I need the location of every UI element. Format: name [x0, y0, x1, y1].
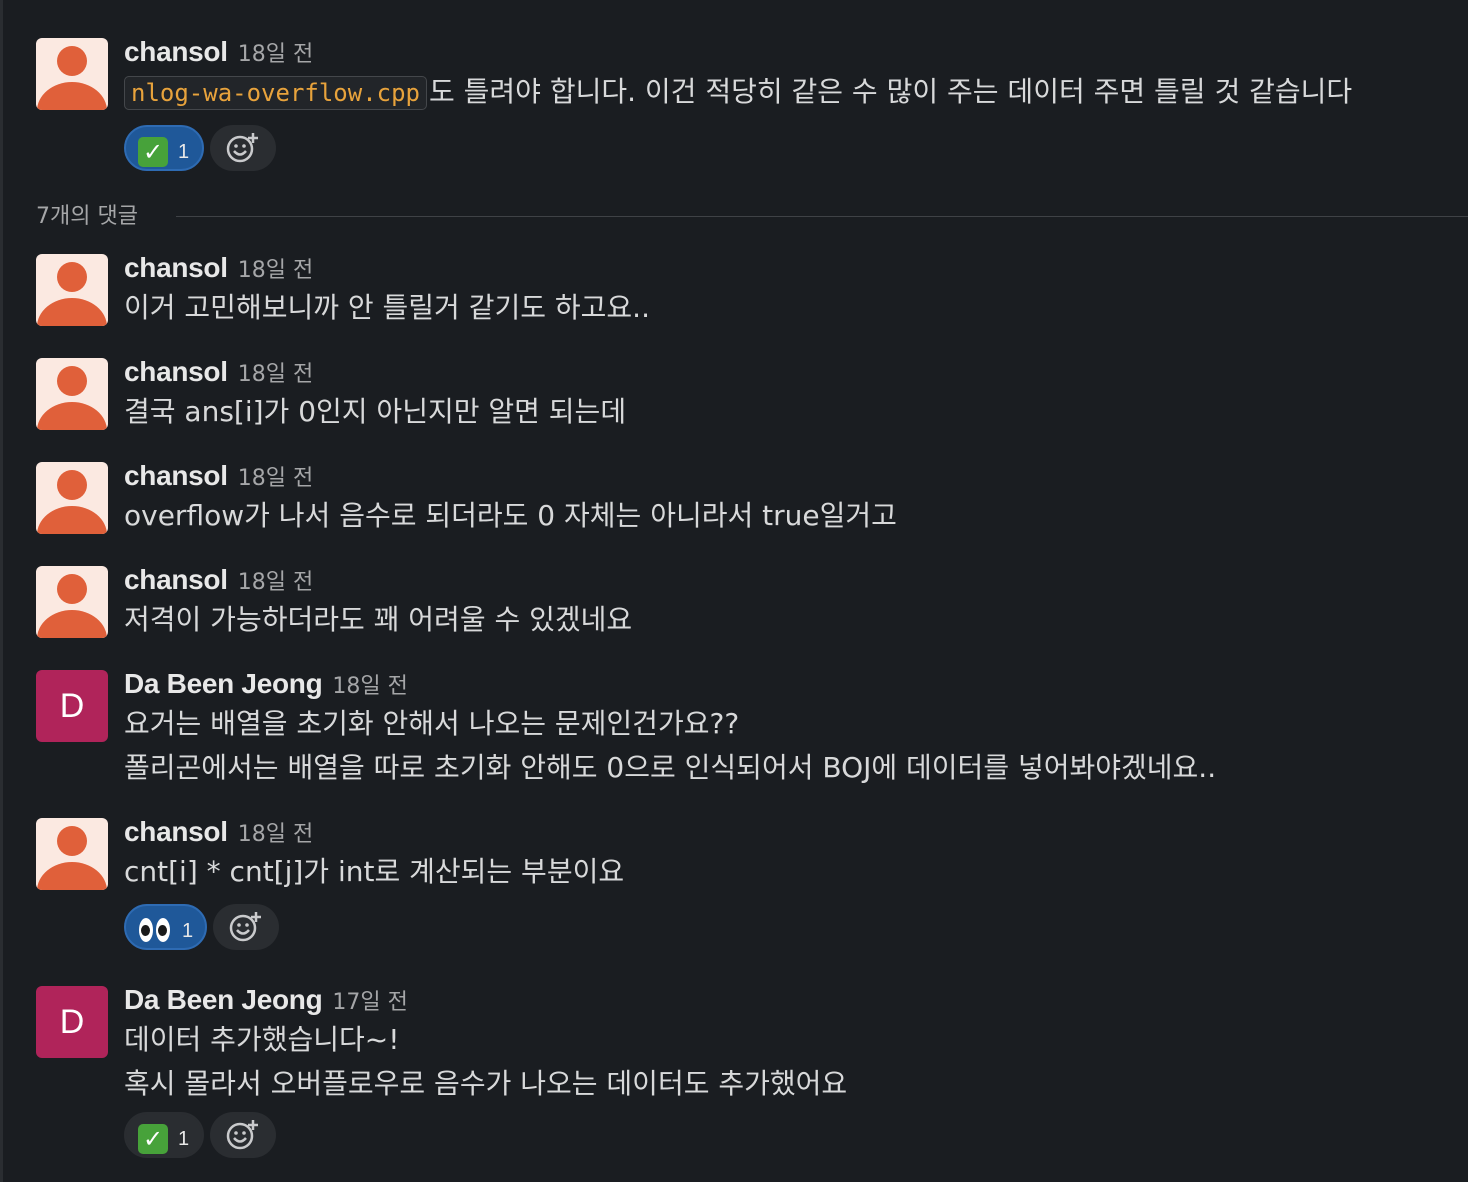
message-content: chansol 18일 전 cnt[i] * cnt[j]가 int로 계산되는 …: [124, 816, 1428, 952]
message-text: nlog-wa-overflow.cpp 도 틀려야 합니다. 이건 적당히 같은…: [124, 70, 1428, 115]
message-content: chansol 18일 전 결국 ans[i]가 0인지 아닌지만 알면 되는데: [124, 356, 1428, 434]
add-reaction-button[interactable]: [210, 125, 276, 171]
timestamp[interactable]: 18일 전: [238, 466, 313, 491]
divider-line: [176, 216, 1468, 217]
author-name[interactable]: chansol: [124, 816, 228, 847]
replies-divider: 7개의 댓글: [36, 200, 1468, 234]
author-name[interactable]: chansol: [124, 460, 228, 491]
message-content: chansol 18일 전 저격이 가능하더라도 꽤 어려울 수 있겠네요: [124, 564, 1428, 642]
message-header: chansol 18일 전: [124, 564, 1428, 598]
avatar[interactable]: [36, 818, 108, 890]
timestamp[interactable]: 18일 전: [238, 258, 313, 283]
add-emoji-icon: [226, 133, 258, 163]
avatar-head: [57, 366, 87, 396]
avatar[interactable]: D: [36, 986, 108, 1058]
timestamp[interactable]: 18일 전: [238, 362, 313, 387]
author-name[interactable]: chansol: [124, 252, 228, 283]
avatar-body: [37, 298, 107, 326]
message-text: 이거 고민해보니까 안 틀릴거 같기도 하고요..: [124, 291, 650, 324]
message-text: 결국 ans[i]가 0인지 아닌지만 알면 되는데: [124, 395, 627, 428]
author-name[interactable]: chansol: [124, 564, 228, 595]
avatar[interactable]: [36, 38, 108, 110]
message-text-line: 요거는 배열을 초기화 안해서 나오는 문제인건가요??: [124, 707, 740, 740]
avatar-body: [37, 402, 107, 430]
message-header: Da Been Jeong 18일 전: [124, 668, 1428, 702]
timestamp[interactable]: 18일 전: [238, 570, 313, 595]
message-header: chansol 18일 전: [124, 460, 1428, 494]
replies-count-label: 7개의 댓글: [36, 204, 138, 229]
avatar-body: [37, 862, 107, 890]
message-text-line: 혹시 몰라서 오버플로우로 음수가 나오는 데이터도 추가했어요: [124, 1067, 848, 1100]
message-content: Da Been Jeong 18일 전 요거는 배열을 초기화 안해서 나오는 문…: [124, 668, 1428, 790]
avatar-head: [57, 574, 87, 604]
author-name[interactable]: chansol: [124, 36, 228, 67]
avatar-head: [57, 826, 87, 856]
message-content: chansol 18일 전 nlog-wa-overflow.cpp 도 틀려야 합…: [124, 36, 1428, 173]
message-header: Da Been Jeong 17일 전: [124, 984, 1428, 1018]
add-emoji-icon: [226, 1120, 258, 1150]
author-name[interactable]: Da Been Jeong: [124, 984, 323, 1015]
avatar-body: [37, 82, 107, 110]
reactions-bar: 1: [124, 904, 1428, 952]
message-text-line: 폴리곤에서는 배열을 따로 초기화 안해도 0으로 인식되어서 BOJ에 데이터…: [124, 751, 1217, 784]
reaction-check-button[interactable]: ✓ 1: [124, 125, 204, 171]
author-name[interactable]: Da Been Jeong: [124, 668, 323, 699]
add-reaction-button[interactable]: [213, 904, 280, 950]
avatar[interactable]: [36, 462, 108, 534]
reaction-count: 1: [182, 919, 194, 942]
avatar-head: [57, 470, 87, 500]
avatar[interactable]: [36, 566, 108, 638]
timestamp[interactable]: 17일 전: [332, 990, 407, 1015]
message-text: overflow가 나서 음수로 되더라도 0 자체는 아니라서 true일거고: [124, 499, 897, 532]
avatar[interactable]: [36, 254, 108, 326]
message-content: chansol 18일 전 overflow가 나서 음수로 되더라도 0 자체는…: [124, 460, 1428, 538]
white-check-mark-icon: ✓: [138, 1123, 168, 1154]
reactions-bar: ✓ 1: [124, 1112, 1428, 1160]
add-reaction-button[interactable]: [210, 1112, 276, 1158]
eyes-icon: [138, 916, 172, 946]
reactions-bar: ✓ 1: [124, 125, 1428, 173]
reaction-check-button[interactable]: ✓ 1: [124, 1112, 204, 1158]
message-text: cnt[i] * cnt[j]가 int로 계산되는 부분이요: [124, 855, 625, 888]
avatar-head: [57, 46, 87, 76]
thread-left-border: [0, 0, 3, 1182]
message-header: chansol 18일 전: [124, 816, 1428, 850]
avatar[interactable]: D: [36, 670, 108, 742]
message-header: chansol 18일 전: [124, 252, 1428, 286]
message-content: chansol 18일 전 이거 고민해보니까 안 틀릴거 같기도 하고요..: [124, 252, 1428, 330]
avatar-head: [57, 262, 87, 292]
reaction-count: 1: [178, 140, 190, 163]
message-header: chansol 18일 전: [124, 36, 1428, 70]
timestamp[interactable]: 18일 전: [332, 674, 407, 699]
avatar-body: [37, 610, 107, 638]
inline-code: nlog-wa-overflow.cpp: [124, 76, 427, 110]
white-check-mark-icon: ✓: [138, 136, 168, 167]
message-header: chansol 18일 전: [124, 356, 1428, 390]
timestamp[interactable]: 18일 전: [238, 42, 313, 67]
message-text-body: 도 틀려야 합니다. 이건 적당히 같은 수 많이 주는 데이터 주면 틀릴 것…: [428, 75, 1353, 108]
reaction-eyes-button[interactable]: 1: [124, 904, 208, 950]
avatar-body: [37, 506, 107, 534]
author-name[interactable]: chansol: [124, 356, 228, 387]
message-content: Da Been Jeong 17일 전 데이터 추가했습니다~! 혹시 몰라서 오…: [124, 984, 1428, 1160]
timestamp[interactable]: 18일 전: [238, 822, 313, 847]
message-text: 저격이 가능하더라도 꽤 어려울 수 있겠네요: [124, 603, 633, 636]
add-emoji-icon: [229, 912, 262, 942]
avatar[interactable]: [36, 358, 108, 430]
message-text-line: 데이터 추가했습니다~!: [124, 1023, 400, 1056]
reaction-count: 1: [178, 1127, 190, 1150]
